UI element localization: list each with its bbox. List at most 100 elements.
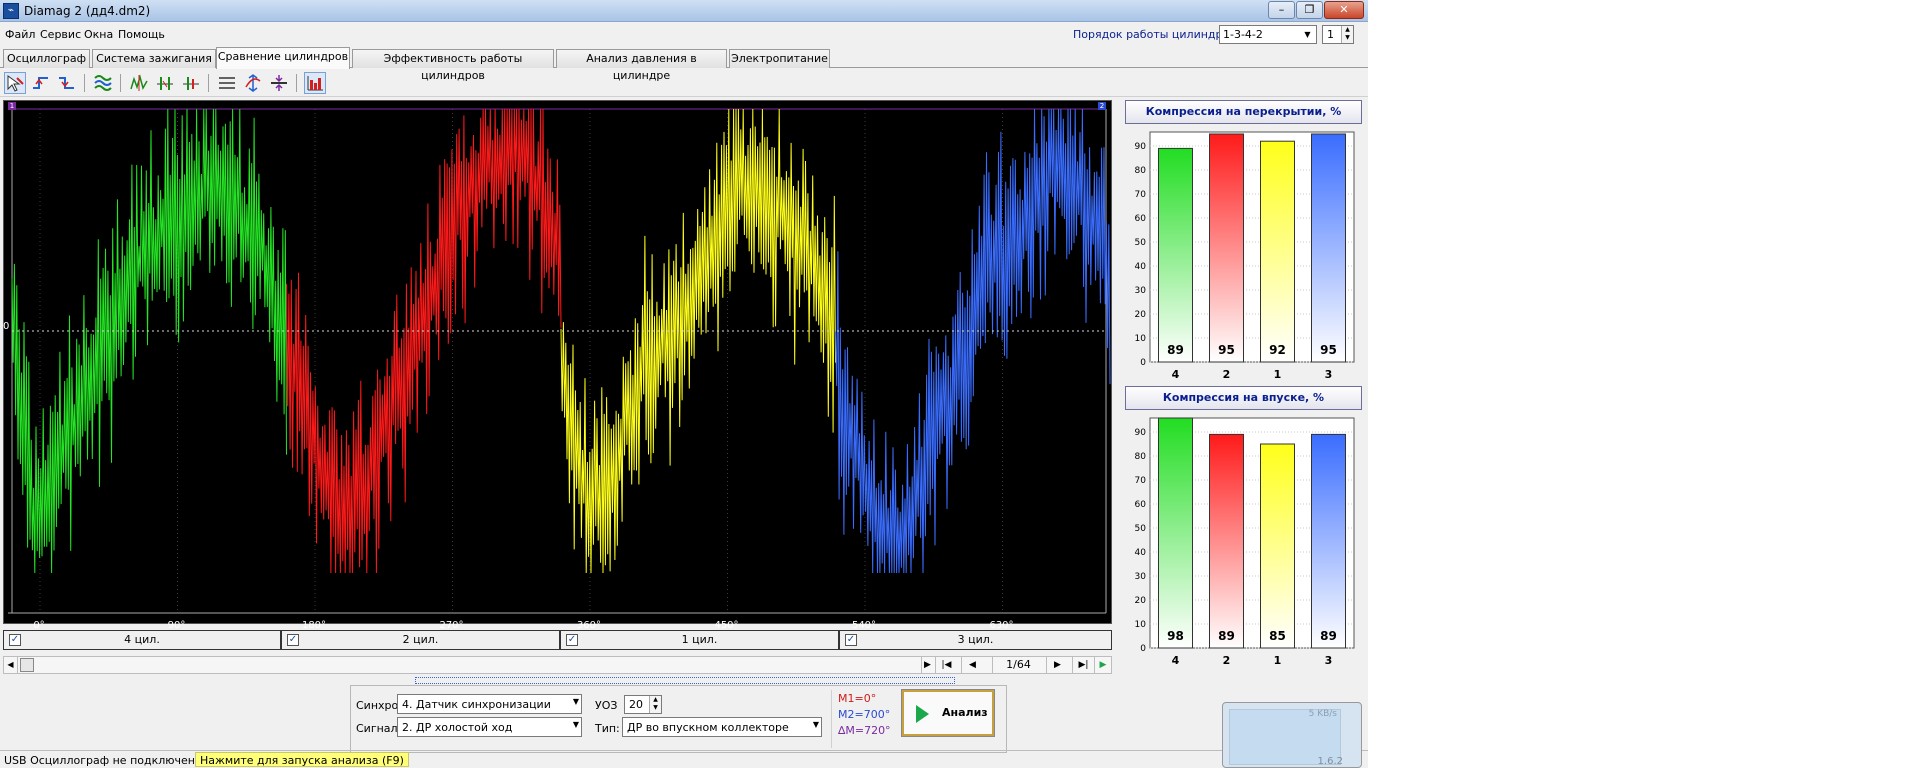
- checkbox-icon[interactable]: ✓: [9, 634, 21, 646]
- category-label: 3: [1325, 368, 1333, 381]
- bar: [1311, 133, 1346, 363]
- horizontal-scroll-thumb[interactable]: [20, 658, 34, 672]
- firing-order-select[interactable]: 1-3-4-2 ▼: [1219, 25, 1317, 44]
- step-right-icon[interactable]: ▶: [921, 657, 933, 673]
- type-select[interactable]: ДР во впускном коллекторе ▼: [622, 717, 822, 737]
- checkbox-icon[interactable]: ✓: [566, 634, 578, 646]
- panel-splitter[interactable]: [415, 677, 955, 684]
- last-page-icon[interactable]: ▶|: [1072, 657, 1094, 673]
- signal-value: 2. ДР холостой ход: [402, 721, 513, 734]
- oscillogram-plot[interactable]: [4, 101, 1111, 623]
- chevron-down-icon[interactable]: ▼: [573, 720, 579, 729]
- tab-bar: Осциллограф Система зажигания Сравнение …: [0, 47, 1368, 82]
- bar: [1260, 443, 1295, 649]
- analysis-hint[interactable]: Нажмите для запуска анализа (F9): [195, 752, 409, 767]
- cylinder-spinner[interactable]: 1 ▲ ▼: [1322, 25, 1354, 44]
- bar-value-label: 92: [1269, 343, 1286, 357]
- close-button[interactable]: ✕: [1324, 1, 1364, 19]
- category-label: 2: [1223, 368, 1231, 381]
- play-icon[interactable]: ▶: [1094, 657, 1111, 673]
- waveform-segment: [835, 108, 1111, 574]
- signal-select[interactable]: 2. ДР холостой ход ▼: [397, 717, 582, 737]
- cursor-split-icon[interactable]: [128, 72, 150, 94]
- uoz-spinner[interactable]: 20 ▲ ▼: [624, 695, 662, 714]
- tab-cylinder-efficiency[interactable]: Эффективность работы цилиндров: [352, 49, 554, 82]
- y-tick-label: 0: [1140, 644, 1146, 654]
- play-icon: [916, 705, 929, 723]
- stack-channels-icon[interactable]: [92, 72, 114, 94]
- menu-help[interactable]: Помощь: [118, 28, 165, 41]
- bar-value-label: 89: [1167, 343, 1184, 357]
- auto-scale-icon[interactable]: [242, 72, 264, 94]
- tab-pressure-analysis[interactable]: Анализ давления в цилиндре: [556, 49, 727, 82]
- legend-item[interactable]: ✓ 2 цил.: [281, 630, 560, 650]
- minimize-button[interactable]: –: [1268, 1, 1295, 19]
- y-tick-label: 0: [1140, 358, 1146, 368]
- y-tick-label: 30: [1135, 572, 1147, 582]
- category-label: 1: [1274, 654, 1282, 667]
- prev-page-icon[interactable]: ◀: [961, 657, 983, 673]
- legend-item[interactable]: ✓ 1 цил.: [560, 630, 839, 650]
- scroll-left-icon[interactable]: ◀: [4, 657, 18, 673]
- spinner-arrows-icon[interactable]: ▲ ▼: [1341, 26, 1353, 43]
- network-speed: 5 KB/s: [1308, 709, 1337, 719]
- chart-title: Компрессия на впуске, %: [1125, 386, 1362, 410]
- uoz-value: 20: [629, 698, 643, 711]
- tab-power-supply[interactable]: Электропитание: [729, 49, 830, 68]
- toolbar-separator: [296, 74, 297, 92]
- chevron-down-icon[interactable]: ▼: [1300, 27, 1315, 42]
- tab-ignition[interactable]: Система зажигания: [92, 49, 216, 68]
- chevron-down-icon[interactable]: ▼: [573, 697, 579, 706]
- sync-value: 4. Датчик синхронизации: [402, 698, 551, 711]
- category-label: 3: [1325, 654, 1333, 667]
- rise-edge-icon[interactable]: [30, 72, 52, 94]
- bar: [1158, 147, 1193, 363]
- type-value: ДР во впускном коллекторе: [627, 721, 789, 734]
- category-label: 2: [1223, 654, 1231, 667]
- y-tick-label: 20: [1135, 596, 1147, 606]
- fall-edge-icon[interactable]: [56, 72, 78, 94]
- menu-windows[interactable]: Окна: [84, 28, 113, 41]
- bar: [1260, 140, 1295, 363]
- menu-service[interactable]: Сервис: [40, 28, 81, 41]
- next-page-icon[interactable]: ▶: [1046, 657, 1068, 673]
- legend-item[interactable]: ✓ 3 цил.: [839, 630, 1112, 650]
- checkbox-icon[interactable]: ✓: [845, 634, 857, 646]
- bar: [1209, 133, 1244, 363]
- marker-m2[interactable]: 2: [1098, 102, 1106, 110]
- window-title: Diamag 2 (дд4.dm2): [24, 4, 151, 18]
- bar-value-label: 98: [1167, 629, 1184, 643]
- signal-label: Сигнал:: [356, 722, 402, 735]
- center-line-icon[interactable]: [268, 72, 290, 94]
- diamag-app-icon[interactable]: ⌁: [3, 3, 19, 19]
- marker-split-icon[interactable]: [154, 72, 176, 94]
- grid-lines-icon[interactable]: [216, 72, 238, 94]
- waveform-segment: [286, 108, 562, 574]
- menu-file[interactable]: Файл: [5, 28, 35, 41]
- tab-oscilloscope[interactable]: Осциллограф: [3, 49, 90, 68]
- page-counter: 1/64: [992, 657, 1044, 673]
- tab-cylinder-compare[interactable]: Сравнение цилиндров: [216, 47, 350, 69]
- chevron-down-icon[interactable]: ▼: [813, 720, 819, 729]
- marker-m1[interactable]: 1: [8, 102, 16, 110]
- y-tick-label: 10: [1135, 334, 1147, 344]
- checkbox-icon[interactable]: ✓: [287, 634, 299, 646]
- bar: [1209, 433, 1244, 649]
- legend-item[interactable]: ✓ 4 цил.: [3, 630, 281, 650]
- network-monitor-widget[interactable]: 5 KB/s 1.6.2: [1222, 702, 1362, 768]
- marker-join-icon[interactable]: [180, 72, 202, 94]
- legend-label: 2 цил.: [402, 633, 439, 646]
- y-tick-label: 60: [1135, 214, 1147, 224]
- spinner-arrows-icon[interactable]: ▲ ▼: [649, 696, 661, 713]
- analyze-button[interactable]: Анализ: [901, 689, 995, 737]
- cursor-mode-icon[interactable]: [4, 72, 26, 94]
- oscillogram-panel[interactable]: 1 2: [3, 100, 1112, 624]
- y-tick-label: 80: [1135, 452, 1147, 462]
- overlap-compression-chart: 0 10 20 30 40 50 60 70 80 90 89 4 95 2 92 1 95 3: [1135, 131, 1355, 381]
- bar-chart-icon[interactable]: [304, 72, 326, 94]
- first-page-icon[interactable]: |◀: [935, 657, 957, 673]
- y-tick-label: 90: [1135, 428, 1147, 438]
- sync-select[interactable]: 4. Датчик синхронизации ▼: [397, 694, 582, 714]
- type-label: Тип:: [595, 722, 620, 735]
- maximize-button[interactable]: ❐: [1296, 1, 1323, 19]
